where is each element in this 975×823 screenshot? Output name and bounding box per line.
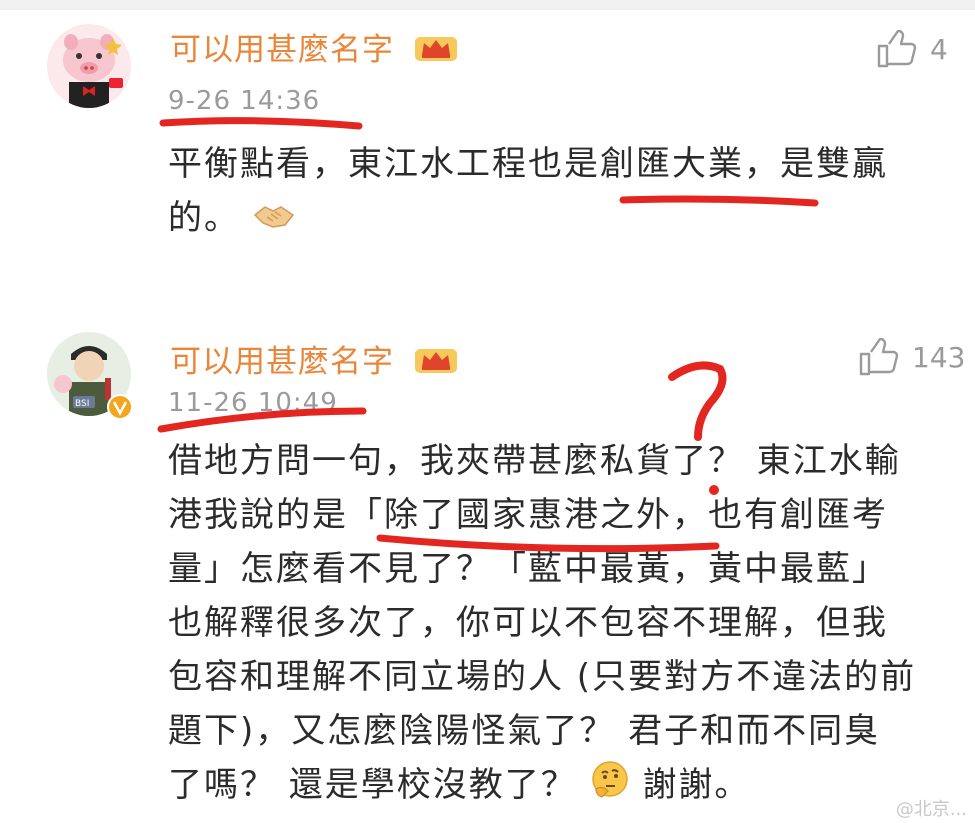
like-button[interactable]: 4 bbox=[876, 30, 948, 68]
comment-line: 題下)，又怎麼陰陽怪氣了？ 君子和而不同臭 bbox=[168, 711, 881, 751]
crown-badge-icon bbox=[413, 33, 459, 71]
thinking-emoji-icon bbox=[590, 759, 630, 815]
timestamp: 9-26 14:36 bbox=[168, 86, 321, 116]
comment-line: 包容和理解不同立場的人 (只要對方不違法的前 bbox=[168, 657, 917, 697]
comment-line: 平衡點看，東江水工程也是創匯大業，是雙贏 bbox=[168, 144, 888, 184]
like-count: 4 bbox=[930, 32, 948, 66]
thumbs-up-icon bbox=[877, 30, 917, 68]
comment-line: 借地方問一句，我夾帶甚麼私貨了？ 東江水輸 bbox=[168, 441, 901, 481]
username[interactable]: 可以用甚麼名字 bbox=[170, 336, 459, 383]
like-count: 143 bbox=[912, 340, 966, 374]
timestamp: 11-26 10:49 bbox=[168, 388, 338, 418]
thumbs-up-icon bbox=[859, 338, 899, 376]
comment-closing: 謝謝。 bbox=[642, 765, 751, 805]
avatar-badge-text: BSI bbox=[75, 399, 89, 409]
handshake-emoji-icon bbox=[253, 193, 295, 247]
crown-badge-icon bbox=[413, 345, 459, 383]
comment-line: 了嗎？ 還是學校沒教了？ bbox=[168, 765, 577, 805]
avatar[interactable] bbox=[47, 24, 131, 108]
comment-line: 也解釋很多次了，你可以不包容不理解，但我 bbox=[168, 603, 888, 643]
comment-text: 平衡點看，東江水工程也是創匯大業，是雙贏 的。 bbox=[168, 137, 888, 245]
comment-line: 量」怎麼看不見了？「藍中最黃，黃中最藍」 bbox=[168, 549, 888, 589]
top-edge bbox=[0, 0, 975, 10]
verified-badge-icon bbox=[107, 394, 133, 424]
comment-line: 港我說的是「除了國家惠港之外，也有創匯考 bbox=[168, 495, 888, 535]
comment-line: 的。 bbox=[168, 198, 240, 238]
comment-text: 借地方問一句，我夾帶甚麼私貨了？ 東江水輸 港我說的是「除了國家惠港之外，也有創… bbox=[168, 434, 916, 812]
watermark: @北京... bbox=[895, 799, 967, 820]
pig-avatar-icon bbox=[63, 34, 123, 108]
username[interactable]: 可以用甚麼名字 bbox=[170, 24, 459, 71]
like-button[interactable]: 143 bbox=[858, 338, 965, 376]
